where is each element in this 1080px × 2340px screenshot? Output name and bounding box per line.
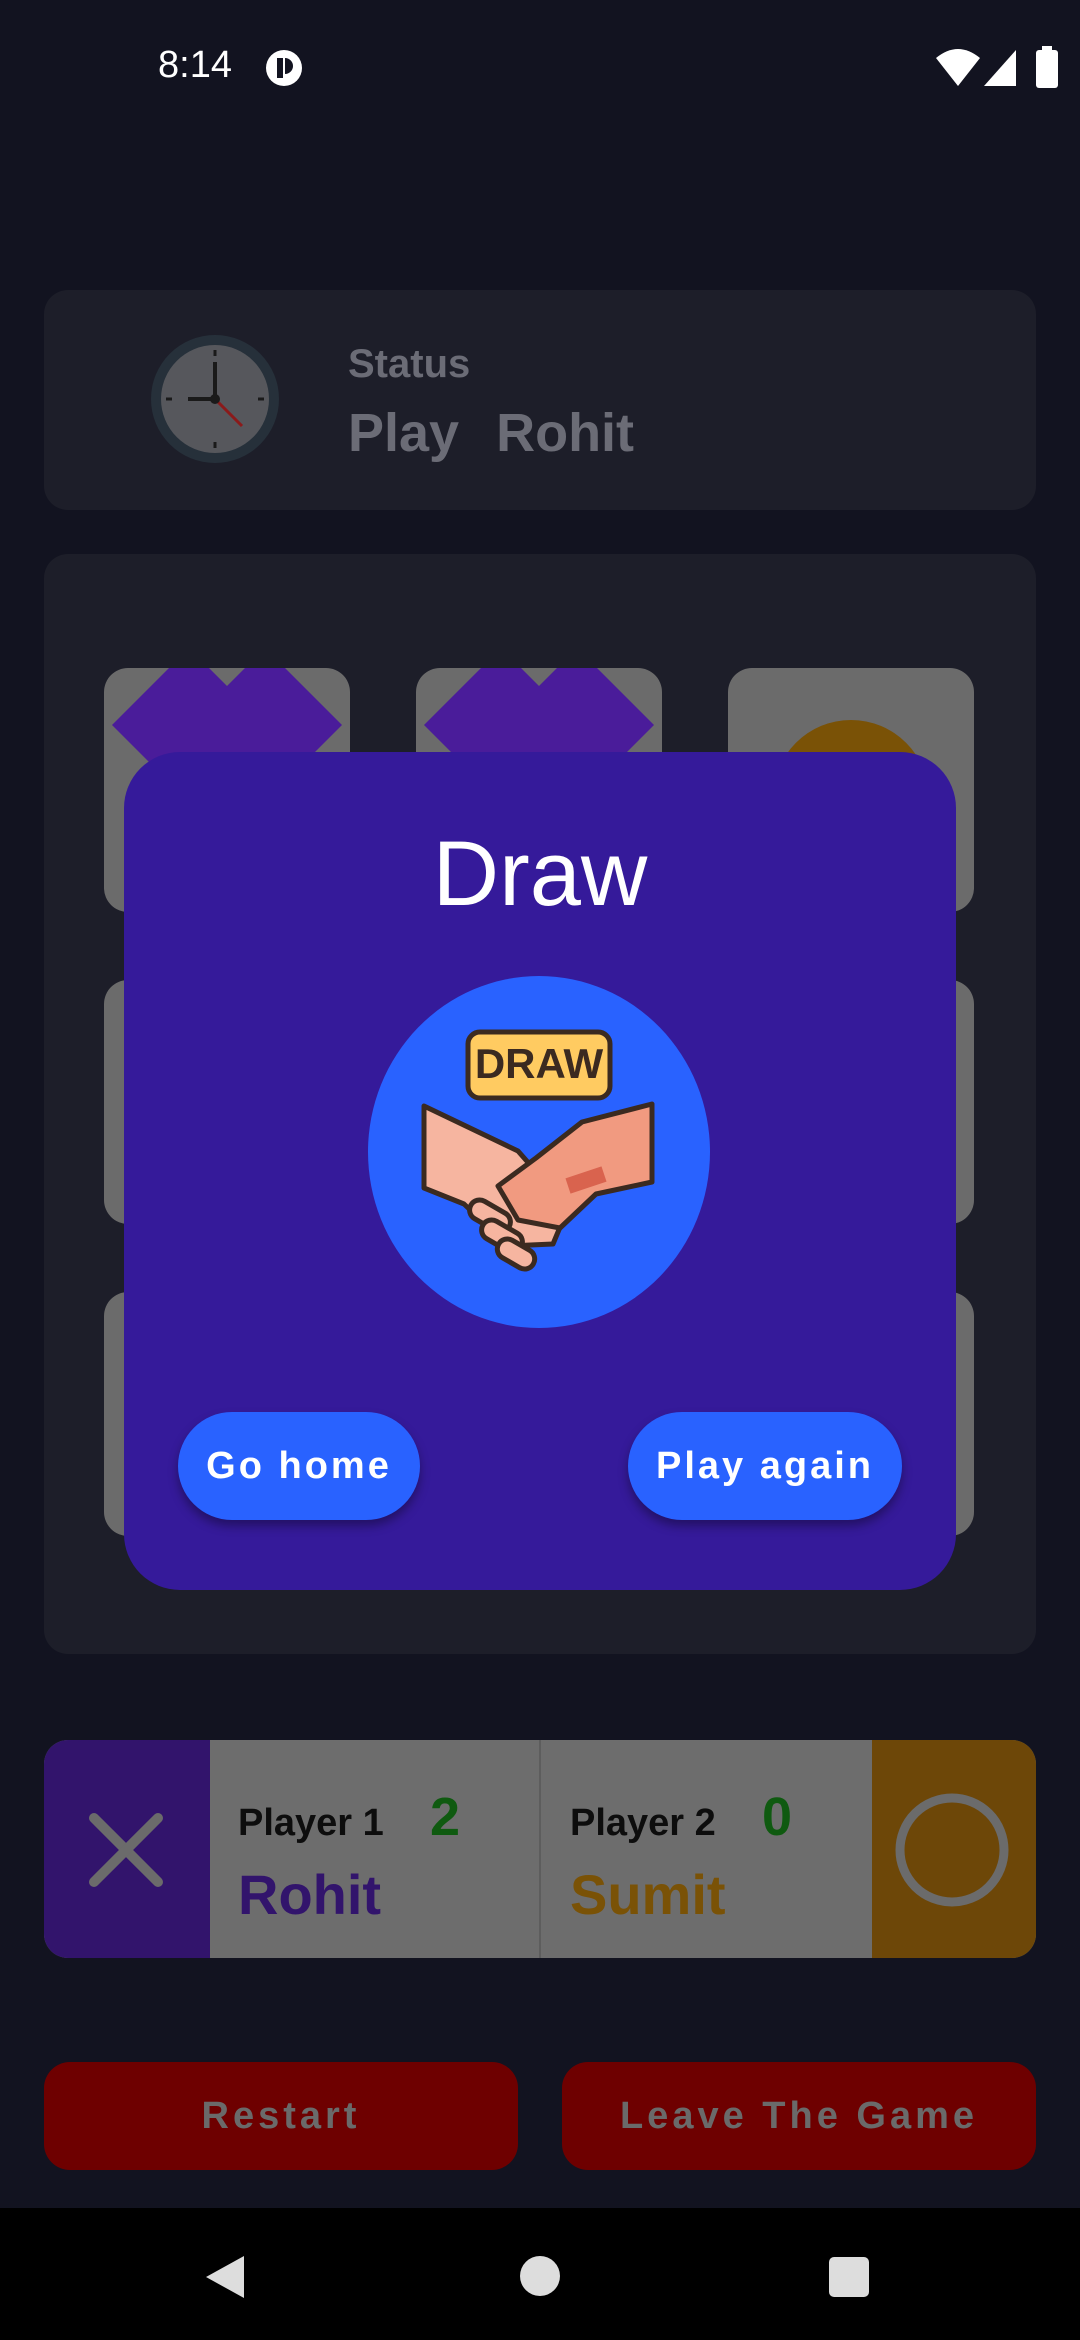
status-time: 8:14 (158, 44, 232, 86)
clock-icon (150, 334, 280, 464)
status-text: Play Rohit (348, 403, 635, 463)
go-home-button[interactable]: Go home (178, 1412, 420, 1520)
battery-icon (1036, 46, 1058, 88)
navigation-bar (0, 2208, 1080, 2340)
home-icon[interactable] (518, 2254, 562, 2298)
player-divider (539, 1740, 541, 1958)
player2-score: 0 (762, 1787, 793, 1847)
handshake-icon: DRAW (368, 976, 710, 1328)
player1-label: Player 1 (238, 1802, 384, 1844)
notification-icon (264, 48, 304, 88)
player1-mark-tile (44, 1740, 210, 1958)
player1-panel: Player 1 2 Rohit (210, 1740, 540, 1958)
player2-panel: Player 2 0 Sumit (542, 1740, 872, 1958)
status-label: Status (348, 342, 471, 386)
wifi-icon (934, 48, 982, 88)
restart-button[interactable]: Restart (44, 2062, 518, 2170)
cell-signal-icon (982, 48, 1018, 88)
player1-name: Rohit (238, 1863, 382, 1926)
circle-o-icon (895, 1793, 1009, 1907)
leave-game-button[interactable]: Leave The Game (562, 2062, 1036, 2170)
play-again-button[interactable]: Play again (628, 1412, 902, 1520)
draw-badge-text: DRAW (475, 1040, 604, 1087)
player2-name: Sumit (570, 1863, 726, 1926)
player2-label: Player 2 (570, 1802, 716, 1844)
recents-icon[interactable] (828, 2256, 870, 2298)
back-icon[interactable] (200, 2252, 250, 2302)
close-x-icon (89, 1813, 163, 1887)
dialog-title: Draw (432, 823, 648, 925)
player2-mark-tile (872, 1740, 1036, 1958)
player1-score: 2 (430, 1787, 461, 1847)
